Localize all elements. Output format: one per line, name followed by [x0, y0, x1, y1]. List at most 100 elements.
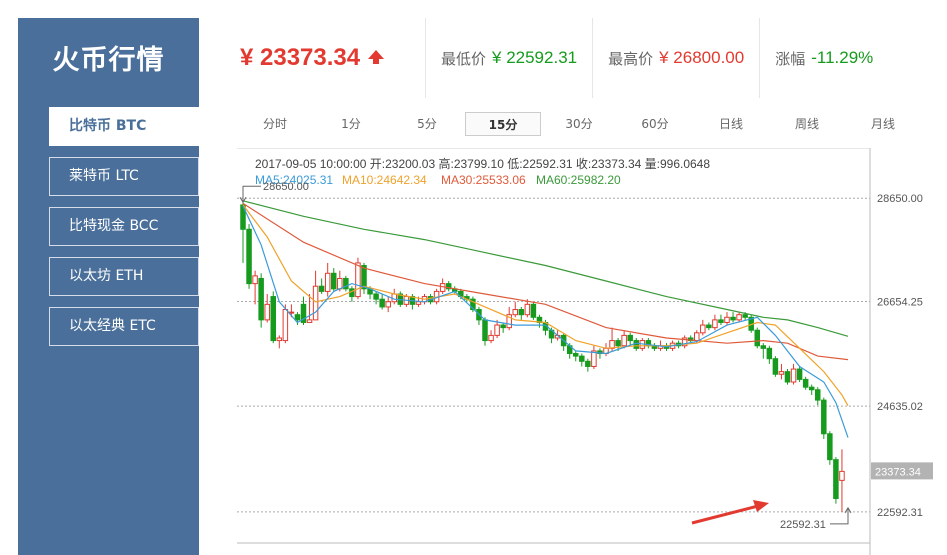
candle-body — [518, 309, 525, 316]
candle-body — [512, 309, 518, 316]
candle-body — [415, 301, 422, 305]
candle-body — [694, 332, 700, 342]
tab-timeshare[interactable]: 分时 — [237, 112, 313, 136]
min-price-label: 22592.31 — [780, 519, 826, 531]
sidebar-item-bcc[interactable]: 比特现金 BCC — [49, 207, 199, 246]
candle-body — [815, 389, 821, 401]
candle-body — [318, 285, 325, 292]
sidebar-title: 火币行情 — [52, 45, 165, 76]
change-label: 涨幅 — [775, 49, 806, 68]
candle-body — [718, 319, 724, 323]
candle-body — [379, 298, 385, 308]
candle-body — [331, 272, 337, 290]
candle-body — [833, 459, 839, 499]
tab-5min[interactable]: 5分 — [389, 112, 465, 136]
candle-body — [258, 277, 264, 321]
low-price-stat: 最低价 ¥ 22592.31 — [426, 18, 594, 98]
candle-body — [482, 319, 488, 342]
tab-60min[interactable]: 60分 — [617, 112, 693, 136]
candle-body — [385, 301, 391, 308]
candle-body — [633, 340, 639, 349]
low-price-label: 最低价 — [441, 49, 487, 68]
candle-body — [270, 296, 276, 342]
ma-legend-item: MA30:25533.06 — [441, 173, 526, 187]
sidebar-nav: 比特币 BTC 莱特币 LTC 比特现金 BCC 以太坊 ETH 以太经典 ET… — [49, 107, 199, 357]
y-tick-label: 24635.02 — [877, 401, 923, 413]
candle-body — [627, 334, 633, 342]
tab-30min[interactable]: 30分 — [541, 112, 617, 136]
candle-body — [579, 355, 585, 362]
candle-body — [621, 334, 627, 347]
high-price-value: ¥ 26800.00 — [659, 48, 745, 67]
candle-body — [494, 324, 500, 336]
candle-body — [306, 319, 313, 323]
candle-info-line: 2017-09-05 10:00:00 开:23200.03 高:23799.1… — [255, 156, 710, 171]
y-tick-label: 28650.00 — [877, 193, 923, 205]
current-price: ¥ 23373.34 — [240, 44, 361, 71]
tab-15min[interactable]: 15分 — [465, 112, 541, 136]
sidebar-item-ltc[interactable]: 莱特币 LTC — [49, 157, 199, 196]
ma-legend-item: MA10:24642.34 — [342, 173, 427, 187]
main-panel: ¥ 23373.34 最低价 ¥ 22592.31 最高价 ¥ 26800.00… — [199, 18, 947, 555]
sidebar-item-eth[interactable]: 以太坊 ETH — [49, 257, 199, 296]
candle-body — [324, 272, 331, 292]
candle-body — [530, 303, 537, 318]
ma-legend-item: MA60:25982.20 — [536, 173, 621, 187]
candle-body — [373, 293, 379, 300]
current-price-box: ¥ 23373.34 — [199, 18, 426, 98]
candle-body — [796, 368, 803, 380]
sidebar-item-btc[interactable]: 比特币 BTC — [49, 107, 199, 146]
candle-body — [712, 319, 718, 329]
candle-body — [294, 314, 301, 321]
candle-body — [827, 433, 833, 461]
candle-body — [337, 277, 343, 290]
candle-body — [760, 345, 767, 349]
ticker-bar: ¥ 23373.34 最低价 ¥ 22592.31 最高价 ¥ 26800.00… — [199, 18, 947, 98]
candle-body — [784, 371, 791, 383]
tab-daily[interactable]: 日线 — [693, 112, 769, 136]
candle-body — [488, 334, 494, 342]
sidebar-item-etc[interactable]: 以太经典 ETC — [49, 307, 199, 346]
candle-body — [706, 324, 712, 329]
candle-body — [730, 316, 736, 321]
interval-tabs: 分时 1分 5分 15分 30分 60分 日线 周线 月线 — [237, 112, 947, 136]
candle-body — [754, 329, 760, 347]
left-margin — [0, 0, 18, 555]
candle-body — [591, 350, 597, 367]
tab-1min[interactable]: 1分 — [313, 112, 389, 136]
candle-body — [264, 303, 270, 321]
candle-body — [500, 324, 506, 329]
candle-body — [790, 368, 797, 383]
tab-weekly[interactable]: 周线 — [769, 112, 845, 136]
high-price-label: 最高价 — [608, 49, 654, 68]
candle-body — [312, 285, 319, 321]
low-price-value: ¥ 22592.31 — [492, 48, 578, 67]
candle-body — [700, 324, 706, 334]
candle-body — [724, 316, 730, 323]
y-tick-label: 22592.31 — [877, 507, 923, 519]
max-price-label: 28650.00 — [263, 181, 309, 193]
chart-area[interactable]: 2017-09-05 10:00:00 开:23200.03 高:23799.1… — [237, 147, 947, 555]
candle-body — [246, 228, 252, 285]
candle-body — [276, 337, 283, 342]
tab-monthly[interactable]: 月线 — [845, 112, 921, 136]
price-up-arrow-icon — [368, 49, 385, 64]
candle-body — [772, 358, 779, 375]
candle-body — [355, 262, 361, 298]
y-tick-label: 26654.25 — [877, 297, 923, 309]
change-value: -11.29% — [811, 48, 874, 67]
candle-body — [778, 371, 785, 375]
last-price-label: 23373.34 — [875, 466, 921, 478]
candle-body — [802, 378, 809, 388]
change-stat: 涨幅 -11.29% — [760, 18, 888, 98]
candle-body — [585, 360, 591, 367]
candlestick-chart[interactable]: 2017-09-05 10:00:00 开:23200.03 高:23799.1… — [237, 147, 947, 555]
candle-body — [736, 314, 742, 321]
candle-body — [282, 309, 289, 342]
candle-body — [766, 347, 773, 360]
candle-body — [742, 314, 748, 318]
candle-body — [615, 340, 621, 347]
candle-body — [821, 399, 827, 435]
candle-body — [524, 303, 531, 316]
candle-body — [573, 353, 579, 357]
